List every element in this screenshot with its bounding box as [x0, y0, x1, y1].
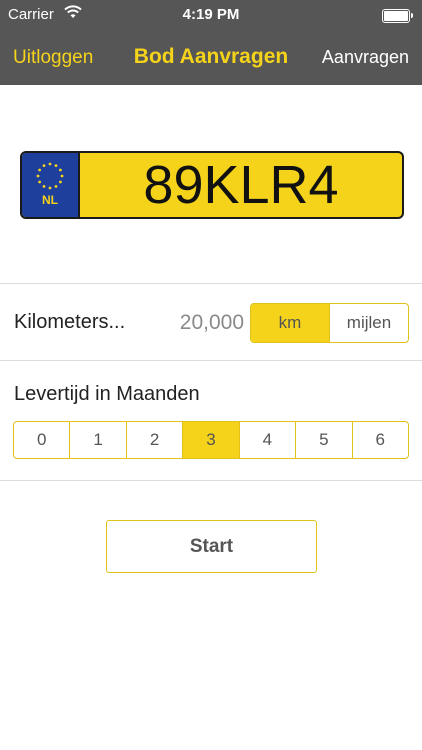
distance-value[interactable]: 20,000	[150, 311, 244, 335]
status-time: 4:19 PM	[182, 6, 240, 23]
divider	[0, 480, 422, 481]
delivery-label: Levertijd in Maanden	[14, 383, 200, 405]
logout-button[interactable]: Uitloggen	[13, 47, 93, 69]
month-option-2[interactable]: 2	[127, 422, 184, 458]
status-bar: Carrier 4:19 PM	[0, 0, 422, 30]
divider	[0, 283, 422, 284]
month-option-6[interactable]: 6	[353, 422, 408, 458]
plate-number: 89KLR4	[143, 155, 339, 215]
eu-band: NL	[22, 153, 80, 217]
unit-option-mijlen[interactable]: mijlen	[330, 304, 408, 342]
eu-stars-icon	[36, 162, 64, 190]
month-option-3[interactable]: 3	[183, 422, 240, 458]
month-option-4[interactable]: 4	[240, 422, 297, 458]
battery-icon	[382, 9, 413, 23]
month-option-0[interactable]: 0	[14, 422, 71, 458]
unit-selector: km mijlen	[250, 303, 409, 343]
nav-bar: Uitloggen Bod Aanvragen Aanvragen	[0, 30, 422, 85]
month-option-5[interactable]: 5	[296, 422, 353, 458]
start-button[interactable]: Start	[106, 520, 317, 573]
license-plate: NL 89KLR4	[20, 151, 404, 219]
distance-label: Kilometers...	[14, 311, 126, 333]
divider	[0, 360, 422, 361]
delivery-months-selector: 0123456	[13, 421, 409, 459]
request-button[interactable]: Aanvragen	[322, 47, 409, 68]
unit-option-km[interactable]: km	[251, 304, 330, 342]
country-code: NL	[42, 193, 58, 207]
month-option-1[interactable]: 1	[70, 422, 127, 458]
